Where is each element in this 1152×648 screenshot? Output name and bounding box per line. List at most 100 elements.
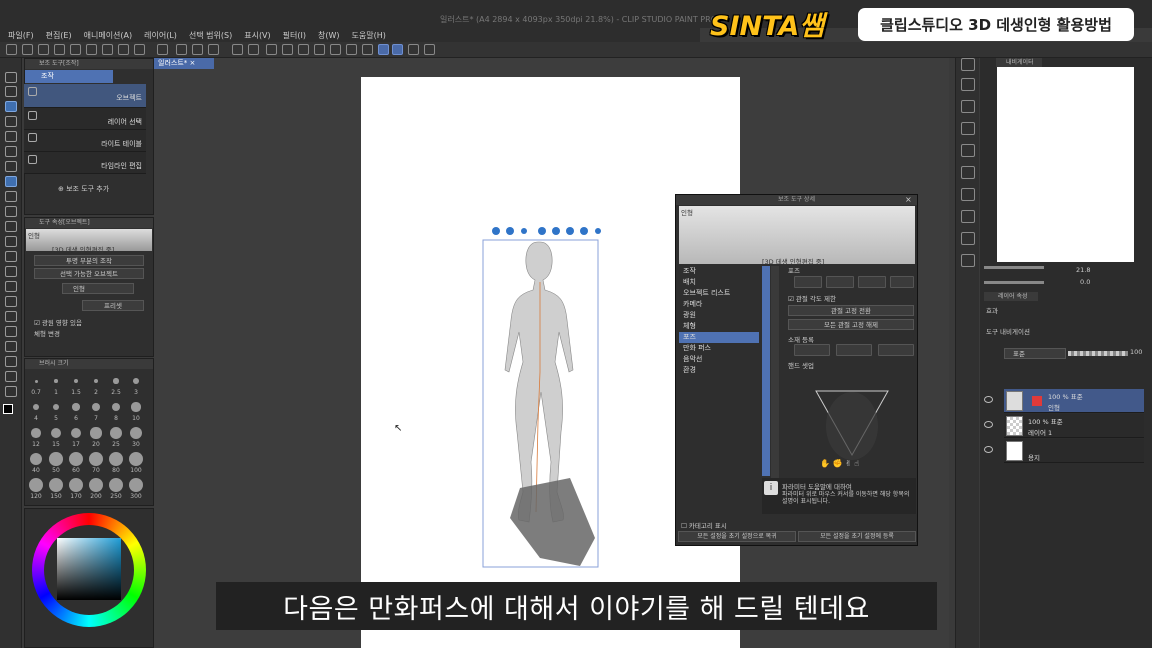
brush-size-cell[interactable]: 150 xyxy=(46,476,66,502)
navigator-tab[interactable]: 내비게이터 xyxy=(996,58,1042,67)
brush-size-cell[interactable]: 1 xyxy=(46,372,66,398)
category-object-list[interactable]: 오브젝트 리스트 xyxy=(679,288,759,299)
print-icon[interactable] xyxy=(70,44,81,55)
menu-view[interactable]: 표시(V) xyxy=(244,30,270,41)
brush-size-cell[interactable]: 30 xyxy=(126,424,146,450)
navigator-rotate-slider[interactable] xyxy=(984,281,1044,284)
light-checkbox[interactable]: ☑ 광원 영향 있음 xyxy=(34,317,82,327)
paste-icon[interactable] xyxy=(192,44,203,55)
special-ruler-snap-icon[interactable] xyxy=(392,44,403,55)
register-hand-button[interactable] xyxy=(836,344,872,356)
sub-tool-group-tab[interactable]: 조작 xyxy=(25,70,113,83)
gradient-tool-icon[interactable] xyxy=(5,296,17,307)
ruler-tool-icon[interactable] xyxy=(5,341,17,352)
tool-option-icon[interactable] xyxy=(157,44,168,55)
correct-line-tool-icon[interactable] xyxy=(5,386,17,397)
selection-icon[interactable] xyxy=(266,44,277,55)
fill-icon[interactable] xyxy=(314,44,325,55)
expand-icon[interactable] xyxy=(330,44,341,55)
cloud-icon[interactable] xyxy=(118,44,129,55)
hand-setup-triangle[interactable] xyxy=(812,371,892,463)
text-tool-icon[interactable] xyxy=(5,356,17,367)
category-indicator-bar[interactable] xyxy=(762,266,770,476)
blend-tool-icon[interactable] xyxy=(5,251,17,262)
brush-tool-icon[interactable] xyxy=(5,206,17,217)
material-2-icon[interactable] xyxy=(961,188,975,201)
brush-size-cell[interactable]: 10 xyxy=(126,398,146,424)
transparent-operation-select[interactable]: 투명 부분의 조작 xyxy=(34,255,144,266)
fill-tool-icon[interactable] xyxy=(5,281,17,292)
account-icon[interactable] xyxy=(102,44,113,55)
register-pose-button[interactable] xyxy=(794,344,830,356)
brush-size-cell[interactable]: 6 xyxy=(66,398,86,424)
pose-flip-button[interactable] xyxy=(826,276,854,288)
brush-size-cell[interactable]: 0.7 xyxy=(26,372,46,398)
visibility-eye-icon[interactable] xyxy=(984,396,993,403)
category-body-shape[interactable]: 체형 xyxy=(679,321,759,332)
category-light[interactable]: 광원 xyxy=(679,310,759,321)
operation-tool-icon[interactable] xyxy=(5,101,17,112)
brush-size-cell[interactable]: 70 xyxy=(86,450,106,476)
navigator-icon[interactable] xyxy=(961,78,975,91)
brush-size-cell[interactable]: 2.5 xyxy=(106,372,126,398)
selectable-object-select[interactable]: 선택 가능한 오브젝트 xyxy=(34,268,144,279)
eraser-tool-icon[interactable] xyxy=(5,266,17,277)
layer-row-layer1[interactable]: 100 % 표준 레이어 1 xyxy=(984,414,1144,438)
category-environment[interactable]: 환경 xyxy=(679,365,759,376)
opacity-slider[interactable] xyxy=(1068,351,1128,356)
category-pose[interactable]: 포즈 xyxy=(679,332,759,343)
register-all-button[interactable]: 모든 설정을 초기 설정에 등록 xyxy=(798,531,916,542)
hand-preset-icons[interactable]: ✋ ✊ ✌ ☝ xyxy=(820,459,859,468)
brush-size-cell[interactable]: 200 xyxy=(86,476,106,502)
redo-icon[interactable] xyxy=(248,44,259,55)
category-placement[interactable]: 배치 xyxy=(679,277,759,288)
sub-tool-object[interactable]: 오브젝트 xyxy=(24,84,146,108)
sub-tool-light-table[interactable]: 라이트 테이블 xyxy=(24,130,146,152)
open-icon[interactable] xyxy=(22,44,33,55)
brush-size-cell[interactable]: 1.5 xyxy=(66,372,86,398)
brush-size-cell[interactable]: 60 xyxy=(66,450,86,476)
shrink-icon[interactable] xyxy=(346,44,357,55)
export-icon[interactable] xyxy=(54,44,65,55)
sub-view-icon[interactable] xyxy=(961,100,975,113)
save-icon[interactable] xyxy=(38,44,49,55)
menu-edit[interactable]: 편집(E) xyxy=(46,30,72,41)
brush-size-cell[interactable]: 80 xyxy=(106,450,126,476)
frame-tool-icon[interactable] xyxy=(5,326,17,337)
deselect-icon[interactable] xyxy=(282,44,293,55)
visibility-eye-icon[interactable] xyxy=(984,421,993,428)
menu-filter[interactable]: 필터(I) xyxy=(283,30,306,41)
brush-size-cell[interactable]: 250 xyxy=(106,476,126,502)
brush-size-cell[interactable]: 300 xyxy=(126,476,146,502)
lasso-tool-icon[interactable] xyxy=(5,131,17,142)
info-panel-icon[interactable] xyxy=(961,122,975,135)
pencil-tool-icon[interactable] xyxy=(5,191,17,202)
menu-layer[interactable]: 레이어(L) xyxy=(144,30,177,41)
decoration-tool-icon[interactable] xyxy=(5,236,17,247)
saturation-value-square[interactable] xyxy=(57,538,121,600)
menu-selection[interactable]: 선택 범위(S) xyxy=(189,30,232,41)
copy-icon[interactable] xyxy=(176,44,187,55)
ruler-snap-icon[interactable] xyxy=(378,44,389,55)
material-3-icon[interactable] xyxy=(961,210,975,223)
brush-size-cell[interactable]: 12 xyxy=(26,424,46,450)
hand-tool-icon[interactable] xyxy=(5,86,17,97)
invert-icon[interactable] xyxy=(298,44,309,55)
zoom-tool-icon[interactable] xyxy=(5,72,17,83)
release-all-joints-button[interactable]: 모든 관절 고정 해제 xyxy=(788,319,914,330)
layer-row-doll[interactable]: 100 % 표준 인형 xyxy=(984,389,1144,413)
register-hand-left-button[interactable] xyxy=(878,344,914,356)
material-icon[interactable] xyxy=(961,166,975,179)
lightbox-icon[interactable] xyxy=(424,44,435,55)
brush-size-cell[interactable]: 20 xyxy=(86,424,106,450)
menu-window[interactable]: 창(W) xyxy=(318,30,340,41)
layer-row-paper[interactable]: 용지 xyxy=(984,439,1144,463)
pose-copy-button[interactable] xyxy=(858,276,886,288)
cut-icon[interactable] xyxy=(208,44,219,55)
grid-snap-icon[interactable] xyxy=(408,44,419,55)
canvas-tab[interactable]: 일러스트* × xyxy=(154,58,214,69)
pose-paste-button[interactable] xyxy=(890,276,914,288)
brush-size-cell[interactable]: 40 xyxy=(26,450,46,476)
move-tool-icon[interactable] xyxy=(5,116,17,127)
sync-icon[interactable] xyxy=(134,44,145,55)
